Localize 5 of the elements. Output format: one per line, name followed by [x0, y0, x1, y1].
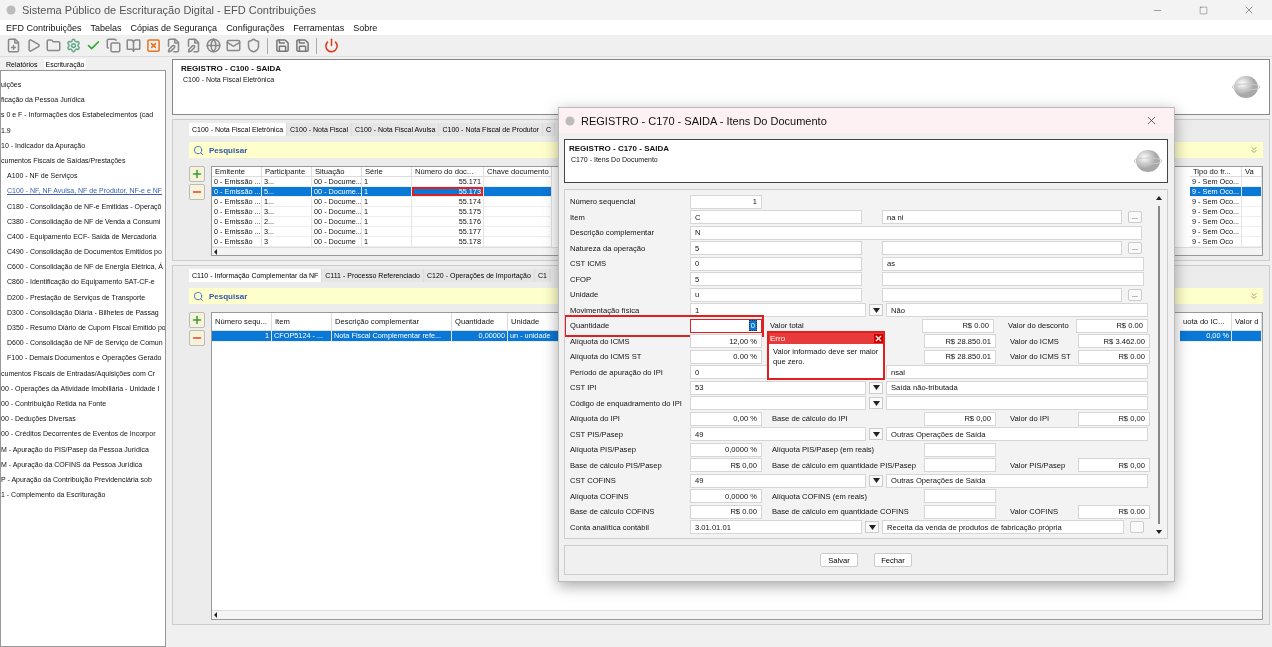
- popup-title: Erro: [770, 334, 786, 343]
- register-title: REGISTRO - C100 - SAIDA: [181, 64, 281, 73]
- window-title: Sistema Público de Escrituração Digital - EFD Contribuições: [22, 4, 318, 16]
- register-title: REGISTRO - C170 - SAIDA: [569, 144, 669, 153]
- dialog-title: REGISTRO - C170 - SAIDA - Itens Do Documento: [581, 114, 828, 127]
